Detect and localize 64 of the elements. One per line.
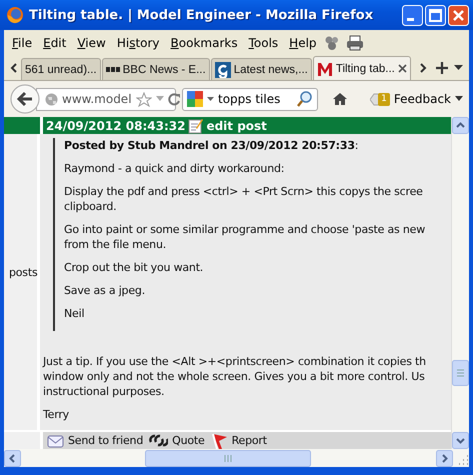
printer-icon[interactable] [346, 34, 364, 50]
scroll-left-button[interactable] [4, 450, 21, 466]
action-link[interactable]: Quote [172, 434, 205, 448]
globe-icon [45, 92, 58, 106]
flag-icon[interactable] [210, 432, 228, 449]
bbc-blocks-icon [106, 67, 120, 72]
quote-marks-icon[interactable] [149, 432, 168, 449]
quote-paragraph: Neil [64, 306, 86, 322]
post-paragraph: Just a tip. If you use the <Alt >+<printscreen> combination it copies th window only and not the whole screen. Gives you a bit more control. Us instructional purposes. [43, 354, 427, 400]
post-count-label: posts [8, 266, 38, 279]
action-link[interactable]: Report [232, 434, 267, 448]
envelope-icon[interactable] [47, 432, 64, 449]
search-icon[interactable] [297, 91, 313, 107]
scroll-right-button[interactable] [436, 450, 453, 466]
scroll-down-button[interactable] [452, 432, 469, 449]
minimize-button[interactable] [402, 4, 423, 26]
menu-item[interactable]: View [73, 34, 110, 52]
menu-item[interactable]: History [112, 34, 164, 52]
search-field[interactable]: topps tiles [182, 88, 318, 110]
edit-icon[interactable] [188, 118, 204, 134]
close-icon[interactable] [398, 64, 407, 73]
edit-post-link[interactable]: edit post [206, 118, 267, 133]
horizontal-scroll-thumb[interactable] [145, 450, 311, 466]
quote-paragraph: Raymond - a quick and dirty workaround: [64, 161, 286, 176]
dropdown-icon[interactable] [455, 96, 463, 102]
close-button[interactable] [448, 4, 469, 26]
post-paragraph: Terry [43, 407, 70, 422]
firefox-icon [6, 6, 24, 24]
url-text: www.model [62, 92, 132, 106]
menu-item[interactable]: File [8, 34, 36, 52]
window-title: Tilting table. | Model Engineer - Mozilla Firefox [29, 8, 374, 22]
menu-item[interactable]: Tools [244, 34, 282, 52]
quote-paragraph: Save as a jpeg. [64, 283, 146, 298]
browser-tab[interactable]: Tilting tab... [312, 56, 411, 80]
dropdown-icon[interactable] [207, 96, 214, 102]
quote-paragraph: Go into paint or some similar programme and choose 'paste as new from the file menu. [64, 222, 426, 252]
notification-badge: 1 [378, 92, 390, 106]
star-icon[interactable] [136, 92, 152, 106]
paw-icon[interactable] [324, 34, 340, 50]
g-tile-icon [214, 62, 231, 78]
home-icon[interactable] [332, 92, 348, 106]
new-tab-icon[interactable] [434, 60, 449, 74]
quote-paragraph: Display the pdf and press <ctrl> + <Prt Scrn> this copys the scree clipboard. [64, 184, 424, 214]
search-text: topps tiles [218, 92, 282, 106]
browser-tab[interactable]: 561 unread)... [21, 58, 101, 80]
reload-icon[interactable] [168, 92, 181, 106]
google-tiles-icon [187, 91, 203, 107]
vertical-scrollbar[interactable] [451, 117, 469, 449]
menu-item[interactable]: Edit [39, 34, 70, 52]
maximize-button[interactable] [425, 4, 446, 26]
back-button[interactable] [10, 84, 40, 114]
quote-paragraph: Crop out the bit you want. [64, 260, 204, 276]
post-timestamp: 24/09/2012 08:43:32 [46, 118, 186, 133]
menu-item[interactable]: Bookmarks [166, 34, 242, 52]
browser-tab[interactable]: BBC News - E... [102, 58, 210, 80]
m-letter-icon [316, 60, 333, 76]
scroll-up-button[interactable] [452, 117, 469, 134]
dropdown-icon[interactable] [454, 64, 463, 70]
feedback-button[interactable]: Feedback [394, 92, 451, 106]
scroll-thumb[interactable] [452, 360, 469, 386]
action-link[interactable]: Send to friend [68, 434, 144, 448]
menu-item[interactable]: Help [285, 34, 321, 52]
quote-byline: Posted by Stub Mandrel on 23/09/2012 20:57:33: [64, 138, 360, 154]
browser-tab[interactable]: Latest news,... [210, 58, 312, 80]
